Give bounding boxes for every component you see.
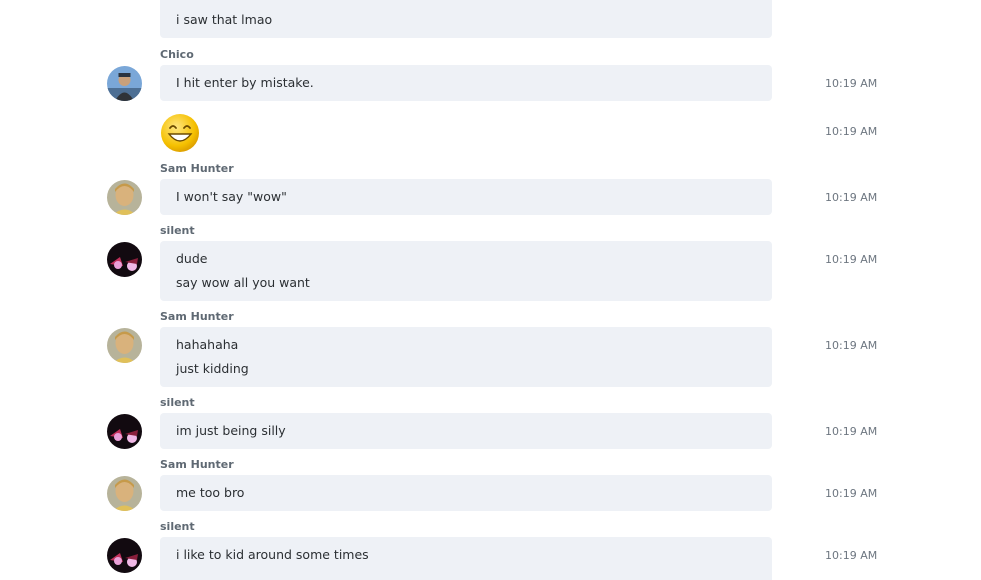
message-text: just kidding (176, 361, 249, 376)
avatar-silent[interactable] (107, 414, 142, 449)
message-text: say wow all you want (176, 275, 310, 290)
message-timestamp: 10:19 AM (825, 125, 878, 138)
sender-name[interactable]: silent (160, 396, 195, 410)
sender-name[interactable]: silent (160, 520, 195, 534)
message-bubble: dude say wow all you want (160, 241, 772, 301)
message-text: hahahaha (176, 337, 239, 352)
message-bubble: i saw that lmao (160, 0, 772, 38)
sender-name[interactable]: Chico (160, 48, 194, 62)
message-text: i like to kid around some times (176, 547, 369, 562)
message-timestamp: 10:19 AM (825, 487, 878, 500)
message-bubble: I won't say "wow" (160, 179, 772, 215)
sender-name[interactable]: silent (160, 224, 195, 238)
message-timestamp: 10:19 AM (825, 425, 878, 438)
message-text: I hit enter by mistake. (176, 75, 314, 90)
avatar-sam-hunter[interactable] (107, 180, 142, 215)
message-timestamp: 10:19 AM (825, 253, 878, 266)
message-bubble: im just being silly (160, 413, 772, 449)
message-timestamp: 10:19 AM (825, 339, 878, 352)
avatar-silent[interactable] (107, 242, 142, 277)
message-text: dude (176, 251, 208, 266)
message-text: im just being silly (176, 423, 286, 438)
message-bubble: i like to kid around some times (160, 537, 772, 580)
avatar-sam-hunter[interactable] (107, 328, 142, 363)
sender-name[interactable]: Sam Hunter (160, 310, 234, 324)
message-bubble: hahahaha just kidding (160, 327, 772, 387)
avatar-sam-hunter[interactable] (107, 476, 142, 511)
message-text: I won't say "wow" (176, 189, 287, 204)
message-text: i saw that lmao (176, 12, 273, 27)
message-timestamp: 10:19 AM (825, 191, 878, 204)
sender-name[interactable]: Sam Hunter (160, 162, 234, 176)
avatar-chico[interactable] (107, 66, 142, 101)
grinning-face-icon (160, 113, 200, 153)
message-bubble: I hit enter by mistake. (160, 65, 772, 101)
message-timestamp: 10:19 AM (825, 77, 878, 90)
avatar-silent[interactable] (107, 538, 142, 573)
message-text: me too bro (176, 485, 245, 500)
message-bubble: me too bro (160, 475, 772, 511)
message-timestamp: 10:19 AM (825, 549, 878, 562)
sender-name[interactable]: Sam Hunter (160, 458, 234, 472)
